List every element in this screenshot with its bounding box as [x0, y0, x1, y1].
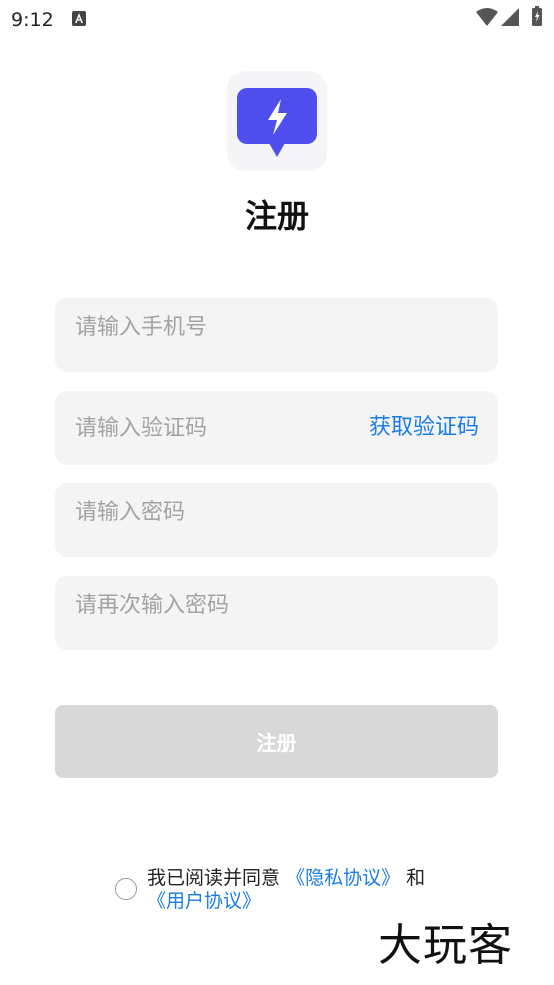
agreement-radio[interactable] — [115, 878, 137, 900]
page-title: 注册 — [244, 197, 309, 235]
agreement-text-line2: 《用户协议》 — [147, 889, 261, 913]
phone-input[interactable] — [75, 290, 335, 364]
verification-code-input[interactable] — [75, 391, 335, 465]
status-time: 9:12 — [11, 9, 54, 31]
watermark-logo: 大玩客 — [378, 920, 513, 971]
password-field-container — [55, 475, 498, 557]
accessibility-a-icon — [72, 11, 86, 26]
register-button[interactable]: 注册 — [55, 705, 498, 778]
battery-icon — [532, 6, 542, 26]
agreement-text-line1: 我已阅读并同意 《隐私协议》 和 — [147, 866, 425, 890]
cell-signal-icon — [501, 8, 519, 26]
confirm-password-field-container — [55, 568, 498, 650]
code-field-container: 获取验证码 — [55, 391, 498, 465]
agreement-joiner: 和 — [406, 867, 426, 889]
get-code-button[interactable]: 获取验证码 — [369, 391, 479, 465]
password-input[interactable] — [75, 475, 335, 549]
privacy-policy-link[interactable]: 《隐私协议》 — [286, 867, 400, 889]
lightning-chat-bubble-icon — [237, 88, 317, 157]
user-agreement-link[interactable]: 《用户协议》 — [147, 890, 261, 912]
app-logo — [227, 71, 327, 171]
phone-field-container — [55, 290, 498, 372]
confirm-password-input[interactable] — [75, 568, 335, 642]
status-bar: 9:12 — [0, 0, 554, 40]
wifi-icon — [476, 7, 498, 27]
agreement-prefix: 我已阅读并同意 — [147, 867, 281, 889]
